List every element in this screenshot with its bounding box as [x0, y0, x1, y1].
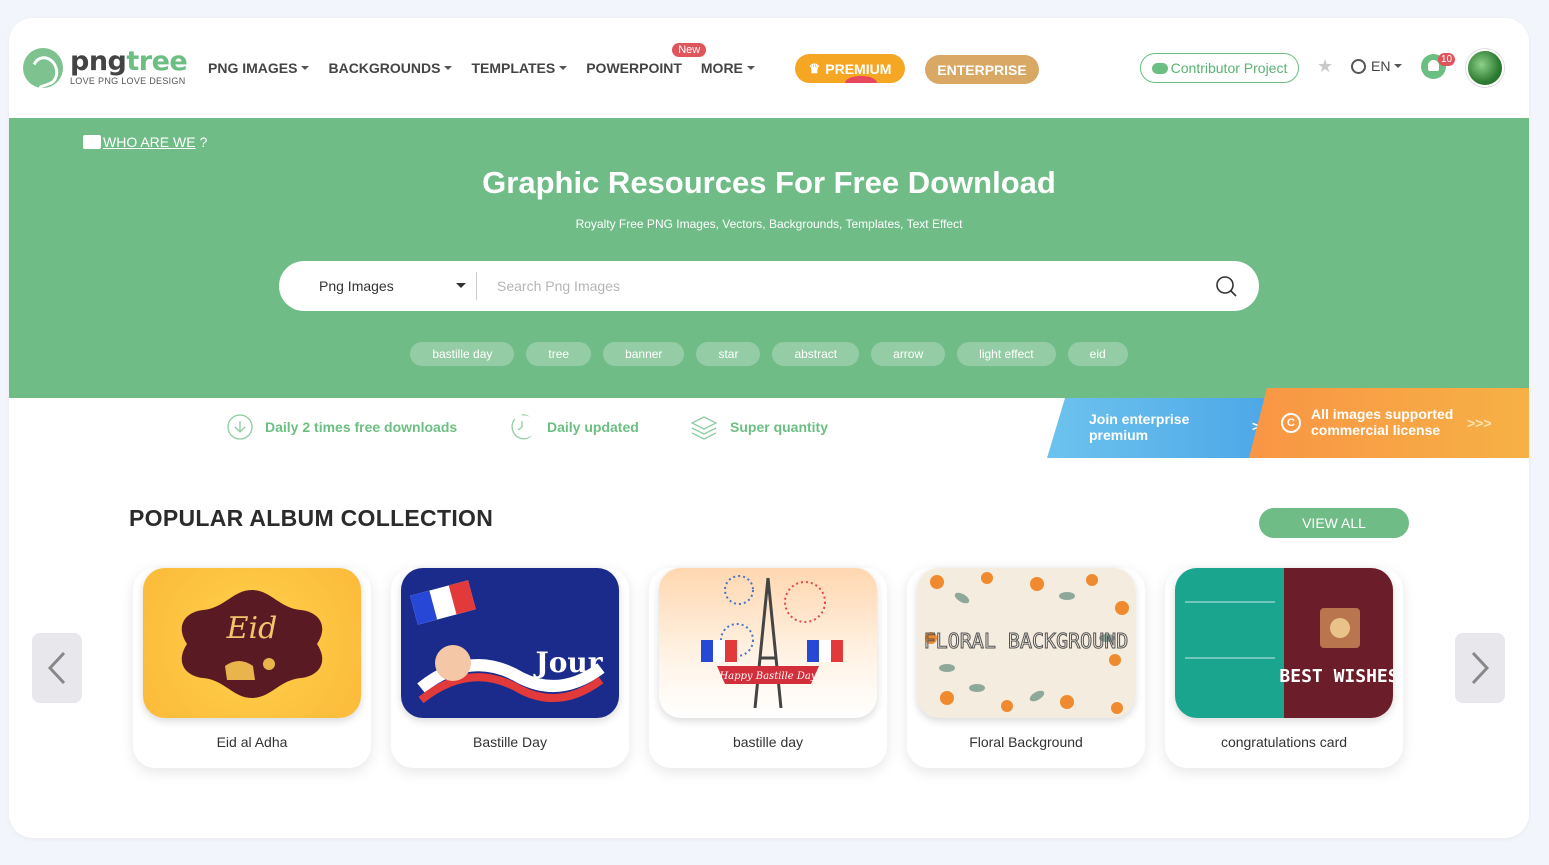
- enterprise-button[interactable]: ENTERPRISE: [925, 55, 1039, 84]
- congrats-art-text: BEST WISHES: [1279, 666, 1393, 687]
- album-label: Floral Background: [969, 734, 1083, 750]
- bastille-flag-illustration: Jour: [410, 580, 605, 704]
- who-are-we-link[interactable]: WHO ARE WE ?: [83, 134, 207, 150]
- commercial-license-banner[interactable]: C All images supported commercial license…: [1249, 388, 1529, 458]
- caret-down-icon: [746, 66, 755, 70]
- album-thumbnail[interactable]: BEST WISHES: [1175, 568, 1393, 718]
- floral-art-text: FLORAL BACKGROUND: [924, 629, 1129, 653]
- caret-down-icon: [444, 66, 453, 70]
- chevron-left-icon: [47, 651, 66, 685]
- tag-chip[interactable]: bastille day: [410, 342, 515, 366]
- feature-daily-updated: Daily updated: [509, 414, 639, 440]
- contributor-project-button[interactable]: Contributor Project: [1140, 53, 1299, 83]
- search-bar: Png Images: [279, 261, 1259, 311]
- promo-arrows: >>>: [1467, 415, 1492, 431]
- who-are-we-label[interactable]: WHO ARE WE: [103, 134, 196, 150]
- cloud-upload-icon: [1151, 62, 1168, 74]
- premium-button[interactable]: ♛ PREMIUM: [795, 54, 905, 83]
- nav-png-images[interactable]: PNG IMAGES: [208, 60, 310, 76]
- logo-wordmark: pngtree: [70, 46, 188, 77]
- caret-down-icon[interactable]: [456, 283, 466, 288]
- tag-chip[interactable]: arrow: [871, 342, 946, 366]
- new-badge: New: [672, 43, 707, 57]
- hero-banner: WHO ARE WE ? Graphic Resources For Free …: [9, 118, 1529, 398]
- carousel-prev-button[interactable]: [32, 633, 82, 703]
- pngtree-logo[interactable]: pngtree LOVE PNG LOVE DESIGN: [23, 46, 188, 88]
- page-frame: pngtree LOVE PNG LOVE DESIGN PNG IMAGES …: [9, 18, 1529, 838]
- tag-chip[interactable]: banner: [603, 342, 685, 366]
- bastille-day-art-text: Happy Bastille Day: [718, 671, 816, 682]
- user-avatar[interactable]: [1466, 49, 1504, 87]
- album-label: Eid al Adha: [216, 734, 288, 750]
- search-input[interactable]: [497, 271, 1197, 301]
- search-icon[interactable]: [1215, 275, 1237, 297]
- view-all-button[interactable]: VIEW ALL: [1259, 508, 1409, 538]
- leaf-logo-icon: [23, 48, 63, 88]
- copyright-icon: C: [1281, 413, 1301, 433]
- hero-subtitle: Royalty Free PNG Images, Vectors, Backgr…: [575, 217, 963, 231]
- popular-tags: bastille day tree banner star abstract a…: [9, 342, 1529, 366]
- bastille-art-text: Jour: [532, 646, 603, 679]
- video-clapper-icon: [83, 135, 101, 149]
- album-card[interactable]: FLORAL BACKGROUND Floral Background: [907, 568, 1145, 768]
- layers-icon: [690, 416, 718, 440]
- main-nav: PNG IMAGES BACKGROUNDS TEMPLATES POWERPO…: [208, 43, 774, 76]
- album-label: bastille day: [732, 734, 804, 750]
- search-divider: [476, 272, 477, 300]
- albums-section-title: POPULAR ALBUM COLLECTION: [129, 505, 494, 531]
- caret-down-icon: [1394, 64, 1403, 68]
- chevron-right-icon: [1471, 651, 1490, 685]
- eid-art-text: Eid: [226, 611, 278, 646]
- nav-templates[interactable]: TEMPLATES: [471, 60, 568, 76]
- album-card[interactable]: BEST WISHES congratulations card: [1165, 568, 1403, 768]
- nav-powerpoint[interactable]: POWERPOINT New: [586, 43, 707, 76]
- eiffel-tower-illustration: Happy Bastille Day: [701, 575, 843, 709]
- who-are-we-suffix: ?: [199, 134, 208, 150]
- carousel-next-button[interactable]: [1455, 633, 1505, 703]
- album-thumbnail[interactable]: Jour: [401, 568, 619, 718]
- album-card[interactable]: Eid Eid al Adha: [133, 568, 371, 768]
- album-thumbnail[interactable]: Happy Bastille Day: [659, 568, 877, 718]
- crown-icon: ♛: [808, 60, 821, 76]
- album-card[interactable]: Happy Bastille Day bastille day: [649, 568, 887, 768]
- language-selector[interactable]: EN: [1351, 58, 1403, 74]
- tag-chip[interactable]: abstract: [772, 342, 860, 366]
- album-thumbnail[interactable]: FLORAL BACKGROUND: [917, 568, 1135, 718]
- feature-free-downloads: Daily 2 times free downloads: [227, 414, 457, 440]
- download-icon: [227, 414, 253, 440]
- join-enterprise-banner[interactable]: Join enterprisepremium >>: [1047, 398, 1287, 458]
- album-label: congratulations card: [1220, 734, 1348, 750]
- nav-backgrounds[interactable]: BACKGROUNDS: [328, 60, 453, 76]
- feature-super-quantity: Super quantity: [690, 414, 828, 440]
- logo-tagline: LOVE PNG LOVE DESIGN: [70, 76, 186, 86]
- favorites-star-icon[interactable]: ★: [1317, 56, 1333, 77]
- tag-chip[interactable]: light effect: [957, 342, 1056, 366]
- top-header: pngtree LOVE PNG LOVE DESIGN PNG IMAGES …: [9, 18, 1529, 118]
- hero-title: Graphic Resources For Free Download: [482, 165, 1056, 200]
- album-thumbnail[interactable]: Eid: [143, 568, 361, 718]
- search-category-select[interactable]: Png Images: [319, 278, 394, 294]
- nav-more[interactable]: MORE: [701, 60, 755, 76]
- album-card[interactable]: Jour Bastille Day: [391, 568, 629, 768]
- tag-chip[interactable]: star: [696, 342, 761, 366]
- congratulations-card-illustration: BEST WISHES: [1185, 601, 1393, 687]
- album-label: Bastille Day: [473, 734, 547, 750]
- features-strip: Daily 2 times free downloads Daily updat…: [9, 388, 1529, 458]
- notification-count-badge: 10: [1438, 53, 1456, 66]
- tag-chip[interactable]: eid: [1067, 342, 1128, 366]
- tag-chip[interactable]: tree: [526, 342, 592, 366]
- eid-illustration: Eid: [181, 590, 323, 698]
- caret-down-icon: [559, 66, 568, 70]
- floral-pattern-illustration: FLORAL BACKGROUND: [923, 572, 1129, 714]
- caret-down-icon: [301, 66, 310, 70]
- refresh-clock-icon: [511, 414, 535, 440]
- globe-icon: [1351, 58, 1366, 74]
